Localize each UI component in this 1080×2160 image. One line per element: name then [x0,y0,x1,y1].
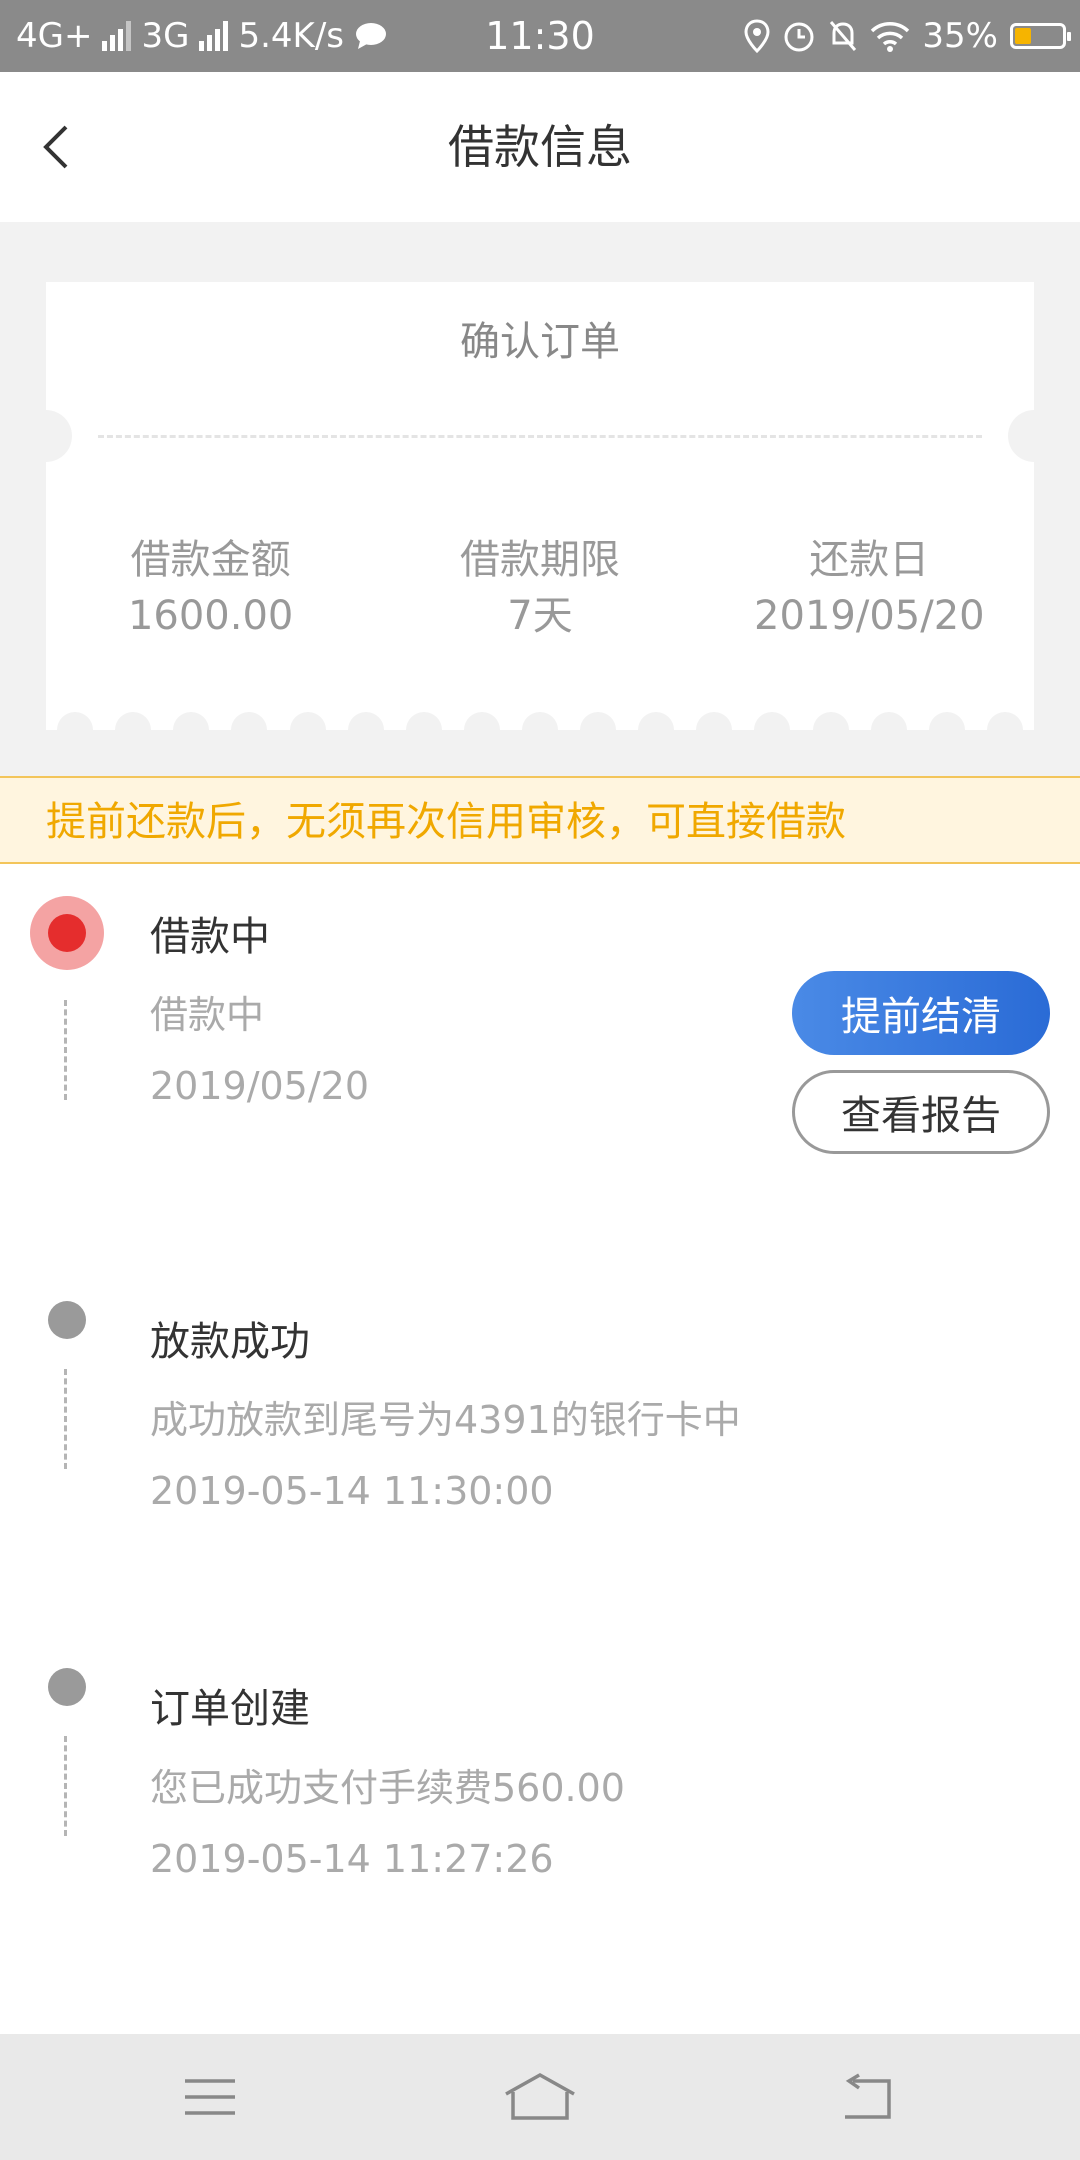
scallop [463,712,500,748]
scallop [696,712,733,748]
scallop [173,712,210,748]
timeline-connector [64,1000,67,1100]
battery-icon [1010,23,1071,49]
location-icon [744,19,770,53]
battery-fill [1015,28,1031,44]
step-time: 2019-05-14 11:27:26 [150,1837,554,1881]
status-dot [48,1301,86,1339]
wifi-icon [871,22,910,52]
step-title: 放款成功 [150,1319,310,1365]
loan-amount: 借款金额 1600.00 [46,532,375,644]
repayment-date-value: 2019/05/20 [754,593,985,639]
active-status-dot [30,896,104,970]
status-dot [48,1668,86,1706]
scallop [928,712,965,748]
step-time: 2019-05-14 11:30:00 [150,1469,554,1513]
scallop [812,712,849,748]
battery-percent: 35% [922,16,998,56]
system-nav-bar [0,2034,1080,2160]
scallop [115,712,152,748]
active-status-dot-inner [48,914,86,952]
timeline-connector [64,1736,67,1836]
confirm-order-heading: 确认订单 [460,319,620,365]
repayment-date-label: 还款日 [809,537,930,583]
ticket-notch-right [1008,410,1060,462]
step-title: 订单创建 [150,1686,310,1732]
ticket-notch-left [20,410,72,462]
home-button[interactable] [480,2052,600,2142]
step-time: 2019/05/20 [150,1064,370,1108]
loan-amount-value: 1600.00 [127,593,294,639]
scallop [522,712,558,748]
mute-icon [830,21,857,51]
scallop [986,712,1023,748]
step-description: 成功放款到尾号为4391的银行卡中 [150,1398,741,1442]
early-repayment-notice: 提前还款后，无须再次信用审核，可直接借款 [0,776,1080,864]
menu-icon [185,2079,235,2115]
status-bar: 4G+ 3G 5.4K/s 11:30 35% [0,0,1080,72]
order-summary-card: 确认订单 借款金额 1600.00 借款期限 7天 还款日 2019/05/20 [20,282,1060,748]
step-description: 您已成功支付手续费560.00 [150,1766,625,1810]
scallop [870,712,907,748]
loan-term: 借款期限 7天 [375,532,704,644]
loan-term-value: 7天 [507,593,573,639]
scallop [347,712,384,748]
scallop [231,712,268,748]
repayment-date: 还款日 2019/05/20 [705,532,1034,644]
scallop [405,712,442,748]
scallop [289,712,326,748]
home-icon [505,2072,575,2120]
app-header: 借款信息 [0,72,1080,222]
step-description: 借款中 [150,993,265,1037]
loan-term-label: 借款期限 [459,537,620,583]
timeline-connector [64,1369,67,1469]
loan-timeline: 借款中 借款中 2019/05/20 提前结清 查看报告 放款成功 成功放款到尾… [0,864,1080,2034]
view-report-button[interactable]: 查看报告 [792,1070,1050,1154]
scallop [754,712,791,748]
back-nav-button[interactable] [808,2052,928,2142]
page-title: 借款信息 [448,120,632,174]
status-right: 35% [744,0,1071,72]
scallop [57,712,94,748]
order-details: 借款金额 1600.00 借款期限 7天 还款日 2019/05/20 [46,532,1034,644]
alarm-icon [784,22,814,52]
scallop [638,712,675,748]
settle-early-button[interactable]: 提前结清 [792,971,1050,1055]
ticket-scallop-edge [46,712,1034,748]
menu-button[interactable] [150,2052,270,2142]
ticket-divider [98,435,982,438]
scallop [580,712,617,748]
loan-amount-label: 借款金额 [130,537,291,583]
back-nav-icon [845,2073,891,2119]
step-title: 借款中 [150,914,270,960]
